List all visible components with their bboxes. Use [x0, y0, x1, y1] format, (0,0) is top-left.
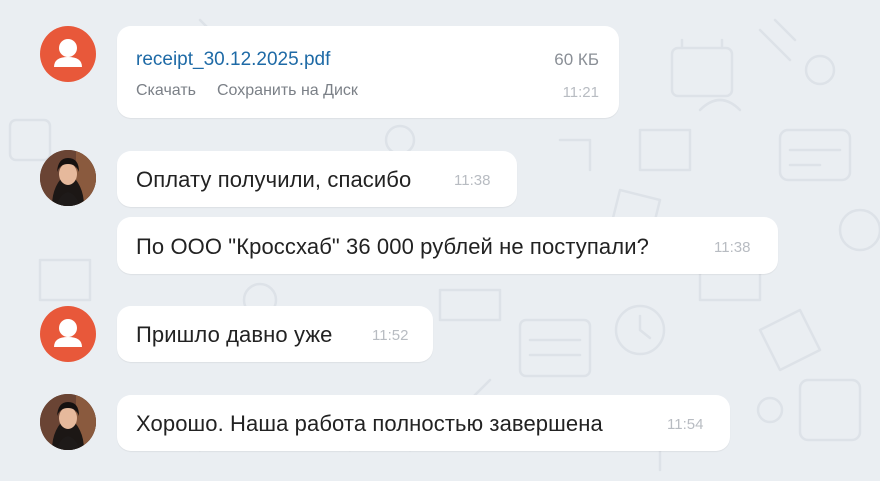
- contact-photo: [40, 394, 96, 450]
- message-time: 11:38: [454, 172, 491, 189]
- download-link[interactable]: Скачать: [136, 82, 196, 100]
- message-time: 11:21: [562, 84, 599, 101]
- save-to-disk-link[interactable]: Сохранить на Диск: [217, 82, 358, 100]
- message-time: 11:54: [667, 416, 704, 433]
- file-name-link[interactable]: receipt_30.12.2025.pdf: [136, 49, 330, 71]
- contact-avatar[interactable]: [40, 306, 96, 362]
- message-bubble[interactable]: Пришло давно уже 11:52: [117, 306, 433, 362]
- contact-avatar-photo[interactable]: [40, 394, 96, 450]
- message-bubble[interactable]: Хорошо. Наша работа полностью завершена …: [117, 395, 730, 451]
- message-bubble[interactable]: По ООО "Кроссхаб" 36 000 рублей не посту…: [117, 217, 778, 274]
- message-time: 11:38: [714, 239, 751, 256]
- message-text: Оплату получили, спасибо: [136, 167, 412, 192]
- contact-photo: [40, 150, 96, 206]
- message-text: Пришло давно уже: [136, 322, 333, 347]
- contact-avatar[interactable]: [40, 26, 96, 82]
- message-list: receipt_30.12.2025.pdf 60 КБ Скачать Сох…: [0, 0, 880, 481]
- file-size: 60 КБ: [554, 50, 599, 69]
- message-text: Хорошо. Наша работа полностью завершена: [136, 411, 603, 436]
- user-silhouette-icon: [54, 319, 82, 347]
- message-time: 11:52: [372, 327, 409, 344]
- message-text: По ООО "Кроссхаб" 36 000 рублей не посту…: [136, 234, 649, 259]
- file-message-bubble[interactable]: receipt_30.12.2025.pdf 60 КБ Скачать Сох…: [117, 26, 619, 118]
- message-bubble[interactable]: Оплату получили, спасибо 11:38: [117, 151, 517, 207]
- contact-avatar-photo[interactable]: [40, 150, 96, 206]
- user-silhouette-icon: [54, 39, 82, 67]
